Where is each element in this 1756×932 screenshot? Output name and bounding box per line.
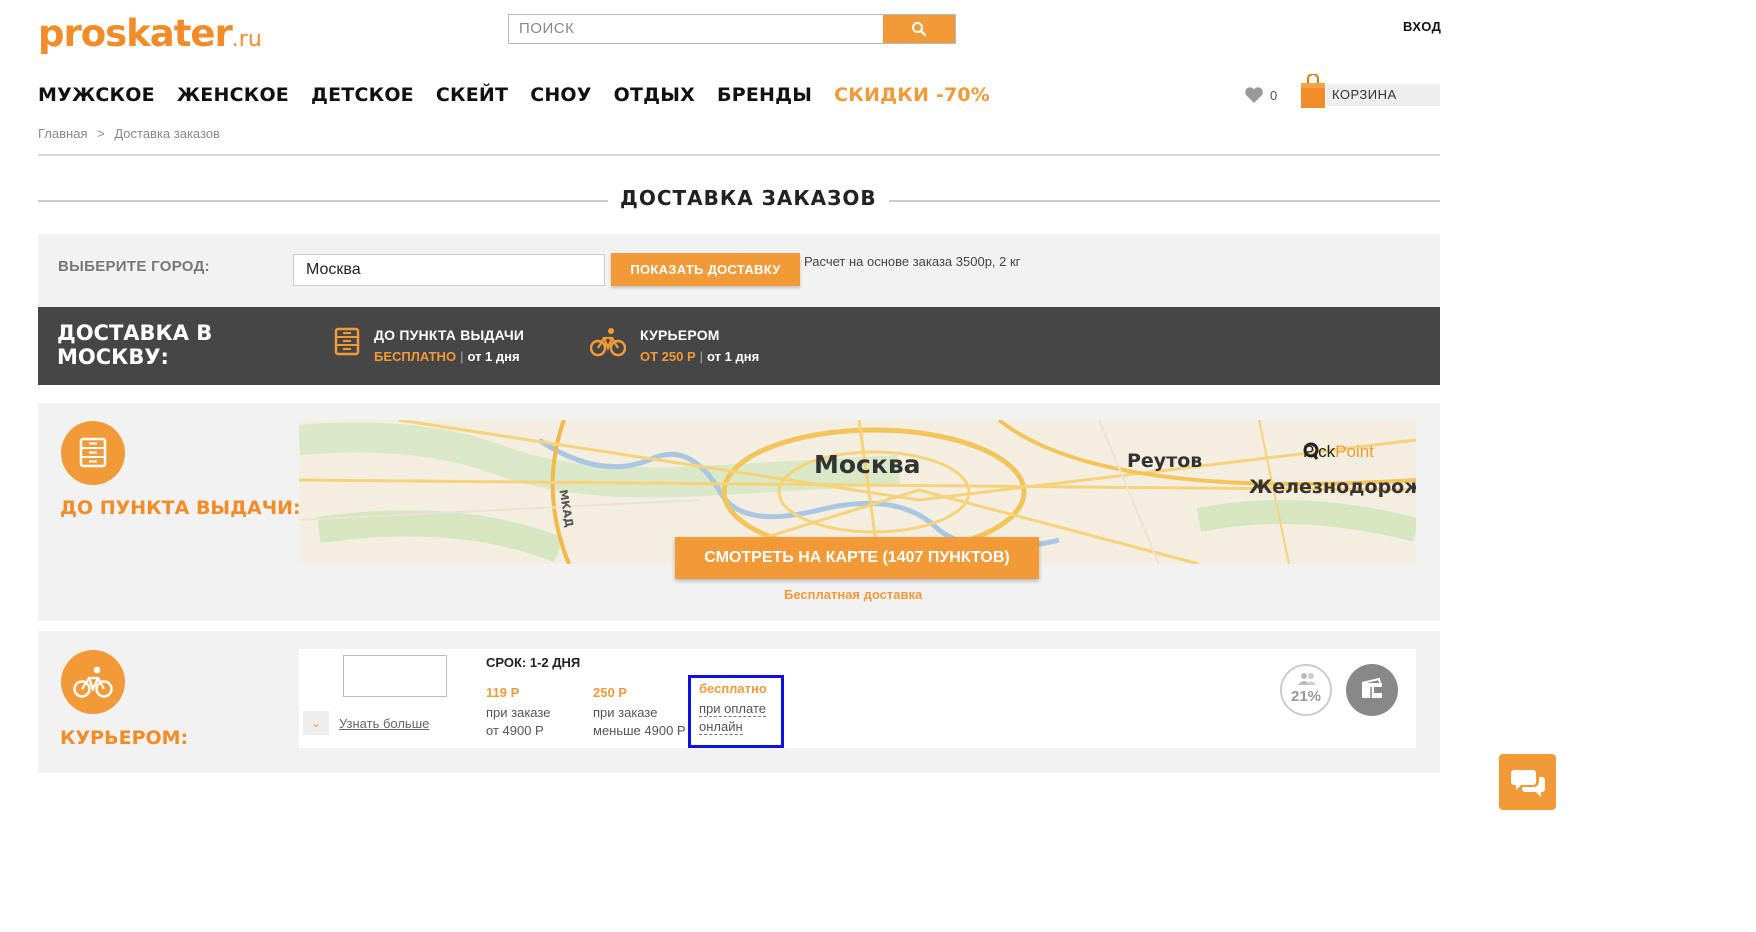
users-icon xyxy=(1298,673,1316,685)
summary-pickup-term: от 1 дня xyxy=(467,349,520,364)
tier-condition: при заказе xyxy=(486,705,551,720)
page-title: ДОСТАВКА ЗАКАЗОВ xyxy=(608,186,889,210)
heart-icon xyxy=(1245,87,1263,103)
chevron-down-icon: ⌄ xyxy=(303,711,329,735)
discount-value: 21% xyxy=(1290,688,1322,705)
delivery-summary-bar: ДОСТАВКА В МОСКВУ: ДО ПУНКТА ВЫДАЧИ БЕСП… xyxy=(38,307,1440,385)
discount-badge: 21% xyxy=(1280,664,1332,716)
delivery-term: СРОК: 1-2 ДНЯ xyxy=(486,655,581,670)
courier-logo-image xyxy=(343,655,447,697)
search-icon xyxy=(912,22,927,37)
tier-price: 119 Р xyxy=(486,685,520,700)
tier-condition: при оплате xyxy=(699,701,766,717)
site-logo[interactable]: proskater.ru xyxy=(38,12,262,55)
summary-pickup-sep: | xyxy=(460,349,464,364)
pickpoint-pin-icon xyxy=(1303,442,1319,460)
breadcrumb-home[interactable]: Главная xyxy=(38,126,87,141)
breadcrumb-separator: > xyxy=(97,126,105,141)
nav-rest[interactable]: ОТДЫХ xyxy=(614,84,695,106)
wallet-icon xyxy=(1361,677,1382,698)
pickup-section: ДО ПУНКТА ВЫДАЧИ: Москва Реутов Железнод… xyxy=(38,403,1440,621)
city-input[interactable]: Москва xyxy=(293,254,605,286)
summary-pickup-price: БЕСПЛАТНО xyxy=(374,349,457,364)
login-link[interactable]: ВХОД xyxy=(1403,19,1441,34)
pickpoint-logo: Pick Point xyxy=(1303,442,1374,462)
nav-kids[interactable]: ДЕТСКОЕ xyxy=(311,84,414,106)
drawers-icon xyxy=(79,437,107,468)
summary-courier-sep: | xyxy=(699,349,704,364)
view-map-button[interactable]: СМОТРЕТЬ НА КАРТЕ (1407 ПУНКТОВ) xyxy=(675,537,1039,579)
logo-text: proskater xyxy=(38,12,233,55)
courier-label: КУРЬЕРОМ: xyxy=(60,727,189,749)
map-label-zheleznodorozhny: Железнодорож xyxy=(1249,476,1416,498)
free-delivery-link[interactable]: Бесплатная доставка xyxy=(784,587,922,602)
favorites-count: 0 xyxy=(1270,87,1278,103)
pickup-label: ДО ПУНКТА ВЫДАЧИ: xyxy=(60,497,301,519)
search-bar: ПОИСК xyxy=(508,14,956,44)
learn-more-toggle[interactable]: ⌄ Узнать больше xyxy=(303,711,429,735)
main-nav: МУЖСКОЕ ЖЕНСКОЕ ДЕТСКОЕ СКЕЙТ СНОУ ОТДЫХ… xyxy=(38,84,1012,106)
nav-sale[interactable]: СКИДКИ -70% xyxy=(834,84,990,106)
shopping-bag-icon xyxy=(1300,73,1326,108)
price-tier-highlighted: бесплатно при оплате онлайн xyxy=(688,675,784,748)
cart-label: КОРЗИНА xyxy=(1326,84,1440,106)
map-label-reutov: Реутов xyxy=(1127,450,1203,472)
chat-widget-button[interactable] xyxy=(1499,754,1556,810)
learn-more-link[interactable]: Узнать больше xyxy=(339,716,429,731)
map-label-moscow: Москва xyxy=(814,450,921,479)
courier-section: КУРЬЕРОМ: ⌄ Узнать больше СРОК: 1-2 ДНЯ … xyxy=(38,631,1440,773)
tier-threshold: онлайн xyxy=(699,719,743,735)
nav-skate[interactable]: СКЕЙТ xyxy=(436,84,508,106)
search-input[interactable]: ПОИСК xyxy=(509,15,883,43)
breadcrumb: Главная > Доставка заказов xyxy=(38,126,226,141)
summary-courier-title: КУРЬЕРОМ xyxy=(640,327,720,343)
nav-snow[interactable]: СНОУ xyxy=(530,84,591,106)
favorites-link[interactable]: 0 xyxy=(1244,86,1277,104)
tier-threshold: меньше 4900 Р xyxy=(593,723,686,738)
tier-threshold: от 4900 Р xyxy=(486,723,544,738)
chat-bubbles-icon xyxy=(1510,770,1545,797)
price-tier: 250 Р при заказе меньше 4900 Р xyxy=(593,684,686,740)
search-button[interactable] xyxy=(883,15,955,43)
pickup-circle-icon xyxy=(61,421,125,485)
bicycle-icon xyxy=(73,666,113,698)
tier-price: 250 Р xyxy=(593,685,627,700)
divider xyxy=(38,154,1440,156)
courier-card: ⌄ Узнать больше СРОК: 1-2 ДНЯ 119 Р при … xyxy=(299,649,1416,748)
summary-courier[interactable]: КУРЬЕРОМ ОТ 250 Р | от 1 дня xyxy=(590,327,759,364)
breadcrumb-current: Доставка заказов xyxy=(114,126,220,141)
summary-pickup-title: ДО ПУНКТА ВЫДАЧИ xyxy=(374,327,525,343)
tier-price: бесплатно xyxy=(699,681,767,696)
nav-men[interactable]: МУЖСКОЕ xyxy=(38,84,155,106)
price-tier: 119 Р при заказе от 4900 Р xyxy=(486,684,550,740)
summary-heading: ДОСТАВКА В МОСКВУ: xyxy=(57,321,213,369)
courier-circle-icon xyxy=(61,650,125,714)
nav-women[interactable]: ЖЕНСКОЕ xyxy=(177,84,289,106)
drawers-icon xyxy=(334,327,360,356)
cart-button[interactable]: КОРЗИНА xyxy=(1300,73,1440,108)
city-label: ВЫБЕРИТЕ ГОРОД: xyxy=(58,258,210,275)
calculation-note: Расчет на основе заказа 3500р, 2 кг xyxy=(804,254,1021,269)
payment-badge xyxy=(1346,664,1398,716)
summary-pickup[interactable]: ДО ПУНКТА ВЫДАЧИ БЕСПЛАТНО | от 1 дня xyxy=(334,327,524,364)
show-delivery-button[interactable]: ПОКАЗАТЬ ДОСТАВКУ xyxy=(611,253,800,286)
bicycle-icon xyxy=(590,328,626,357)
tier-condition: при заказе xyxy=(593,705,658,720)
pickpoint-text-point: Point xyxy=(1335,442,1374,461)
nav-brands[interactable]: БРЕНДЫ xyxy=(717,84,812,106)
summary-courier-term: от 1 дня xyxy=(707,349,760,364)
summary-courier-price: ОТ 250 Р xyxy=(640,349,696,364)
logo-suffix: .ru xyxy=(231,27,262,52)
city-selector-panel: ВЫБЕРИТЕ ГОРОД: Москва ПОКАЗАТЬ ДОСТАВКУ… xyxy=(38,234,1440,307)
